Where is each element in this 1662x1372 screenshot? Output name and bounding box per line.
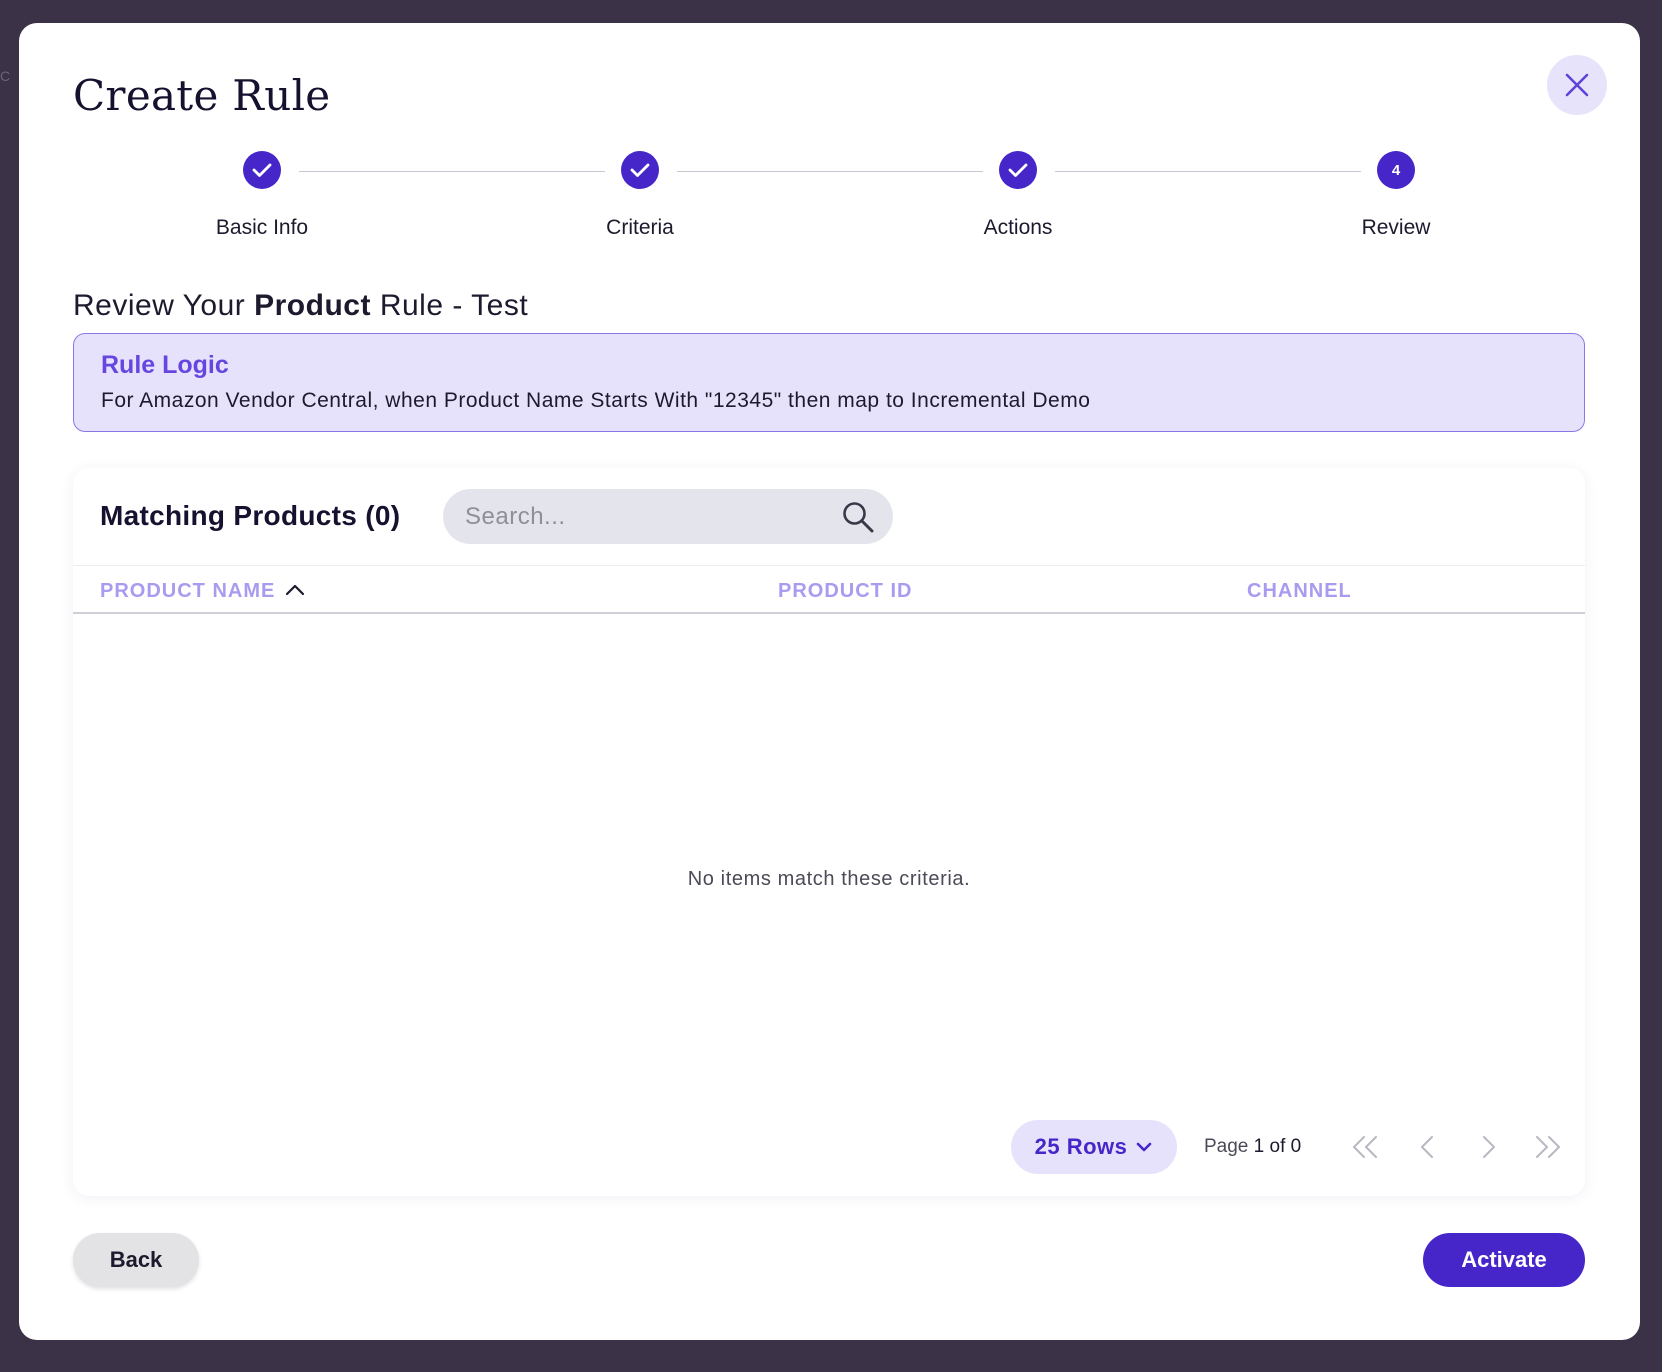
step-complete-indicator bbox=[999, 151, 1037, 189]
column-header-channel[interactable]: CHANNEL bbox=[1247, 580, 1352, 603]
checkmark-icon bbox=[1008, 163, 1028, 177]
stepper: Basic Info Criteria Actions 4 Review bbox=[19, 151, 1640, 261]
step-label: Review bbox=[1361, 216, 1431, 239]
step-criteria[interactable]: Criteria bbox=[540, 151, 740, 240]
step-label: Actions bbox=[983, 216, 1053, 239]
sort-ascending-icon[interactable] bbox=[284, 579, 306, 601]
rule-name: Rule - Test bbox=[379, 289, 529, 322]
step-actions[interactable]: Actions bbox=[918, 151, 1118, 240]
checkmark-icon bbox=[630, 163, 650, 177]
total-pages: 0 bbox=[1290, 1136, 1302, 1157]
rule-logic-description: For Amazon Vendor Central, when Product … bbox=[101, 389, 1091, 412]
column-header-product-name[interactable]: PRODUCT NAME bbox=[100, 580, 275, 603]
create-rule-modal: Create Rule Basic Info Criteria Actions … bbox=[19, 23, 1640, 1340]
background-text-fragment: C bbox=[0, 68, 11, 84]
chevron-down-icon bbox=[1137, 1142, 1152, 1152]
matching-products-title: Matching Products (0) bbox=[100, 500, 401, 531]
background-page: C bbox=[0, 0, 20, 1372]
back-button[interactable]: Back bbox=[73, 1233, 199, 1287]
matching-products-card: Matching Products (0) PRODUCT NAME PRODU… bbox=[73, 468, 1585, 1196]
empty-state-message: No items match these criteria. bbox=[687, 868, 971, 890]
step-complete-indicator bbox=[243, 151, 281, 189]
page-of-label: of bbox=[1269, 1136, 1286, 1157]
search-icon[interactable] bbox=[841, 500, 875, 534]
rule-logic-title: Rule Logic bbox=[101, 351, 229, 379]
page-indicator: Page 1 of 0 bbox=[1204, 1136, 1301, 1158]
first-page-icon[interactable] bbox=[1350, 1132, 1380, 1162]
close-button[interactable] bbox=[1547, 55, 1607, 115]
step-number: 4 bbox=[1377, 151, 1415, 189]
column-header-product-id[interactable]: PRODUCT ID bbox=[778, 580, 912, 603]
search-field[interactable] bbox=[443, 489, 893, 544]
page-label: Page bbox=[1204, 1136, 1249, 1157]
previous-page-icon[interactable] bbox=[1413, 1132, 1443, 1162]
rows-per-page-dropdown[interactable]: 25 Rows bbox=[1011, 1120, 1177, 1174]
step-label: Criteria bbox=[606, 216, 674, 239]
rule-logic-panel: Rule Logic For Amazon Vendor Central, wh… bbox=[73, 333, 1585, 432]
step-review[interactable]: 4 Review bbox=[1296, 151, 1496, 240]
modal-title: Create Rule bbox=[73, 71, 331, 120]
checkmark-icon bbox=[252, 163, 272, 177]
last-page-icon[interactable] bbox=[1533, 1132, 1563, 1162]
close-icon bbox=[1565, 73, 1589, 97]
review-heading-prefix: Review Your bbox=[73, 289, 246, 322]
next-page-icon[interactable] bbox=[1473, 1132, 1503, 1162]
activate-button[interactable]: Activate bbox=[1423, 1233, 1585, 1287]
search-input[interactable] bbox=[465, 489, 825, 544]
step-basic-info[interactable]: Basic Info bbox=[162, 151, 362, 240]
table-header: PRODUCT NAME PRODUCT ID CHANNEL bbox=[73, 565, 1585, 614]
step-label: Basic Info bbox=[215, 216, 309, 239]
review-heading: Review Your Product Rule - Test bbox=[73, 289, 528, 323]
rows-per-page-label: 25 Rows bbox=[1034, 1134, 1128, 1159]
rule-type: Product bbox=[254, 289, 371, 322]
current-page: 1 bbox=[1253, 1136, 1265, 1157]
step-complete-indicator bbox=[621, 151, 659, 189]
